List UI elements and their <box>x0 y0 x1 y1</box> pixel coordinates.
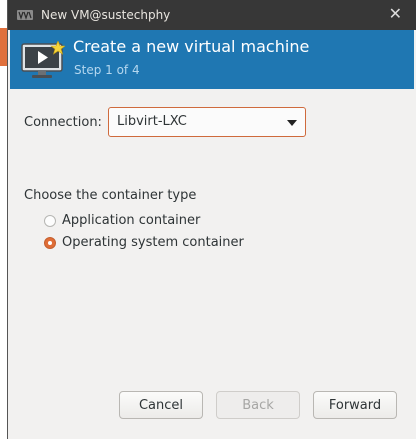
close-icon[interactable]: ✕ <box>389 6 402 22</box>
title-bar[interactable]: New VM@sustechphy ✕ <box>8 0 416 30</box>
application-container-radio[interactable] <box>44 214 56 227</box>
wizard-banner: Create a new virtual machine Step 1 of 4 <box>10 30 414 89</box>
connection-dropdown[interactable]: Libvirt-LXC <box>108 107 306 137</box>
connection-label: Connection: <box>24 115 102 130</box>
container-type-heading: Choose the container type <box>24 188 197 203</box>
os-container-radio[interactable] <box>44 236 56 249</box>
wizard-step: Step 1 of 4 <box>74 63 140 77</box>
chevron-down-icon <box>287 120 297 126</box>
connection-value: Libvirt-LXC <box>117 114 187 129</box>
application-container-option[interactable]: Application container <box>44 213 200 228</box>
window-title: New VM@sustechphy <box>41 8 171 22</box>
os-container-label: Operating system container <box>62 235 244 250</box>
virt-manager-app-icon <box>17 10 33 20</box>
wizard-heading: Create a new virtual machine <box>73 37 310 56</box>
application-container-label: Application container <box>62 213 201 228</box>
back-button[interactable]: Back <box>216 391 300 419</box>
cancel-button[interactable]: Cancel <box>119 391 203 419</box>
monitor-play-icon <box>21 41 65 78</box>
forward-button[interactable]: Forward <box>313 391 397 419</box>
new-vm-dialog: New VM@sustechphy ✕ Create a new virtual… <box>7 0 416 439</box>
os-container-option[interactable]: Operating system container <box>44 235 244 250</box>
